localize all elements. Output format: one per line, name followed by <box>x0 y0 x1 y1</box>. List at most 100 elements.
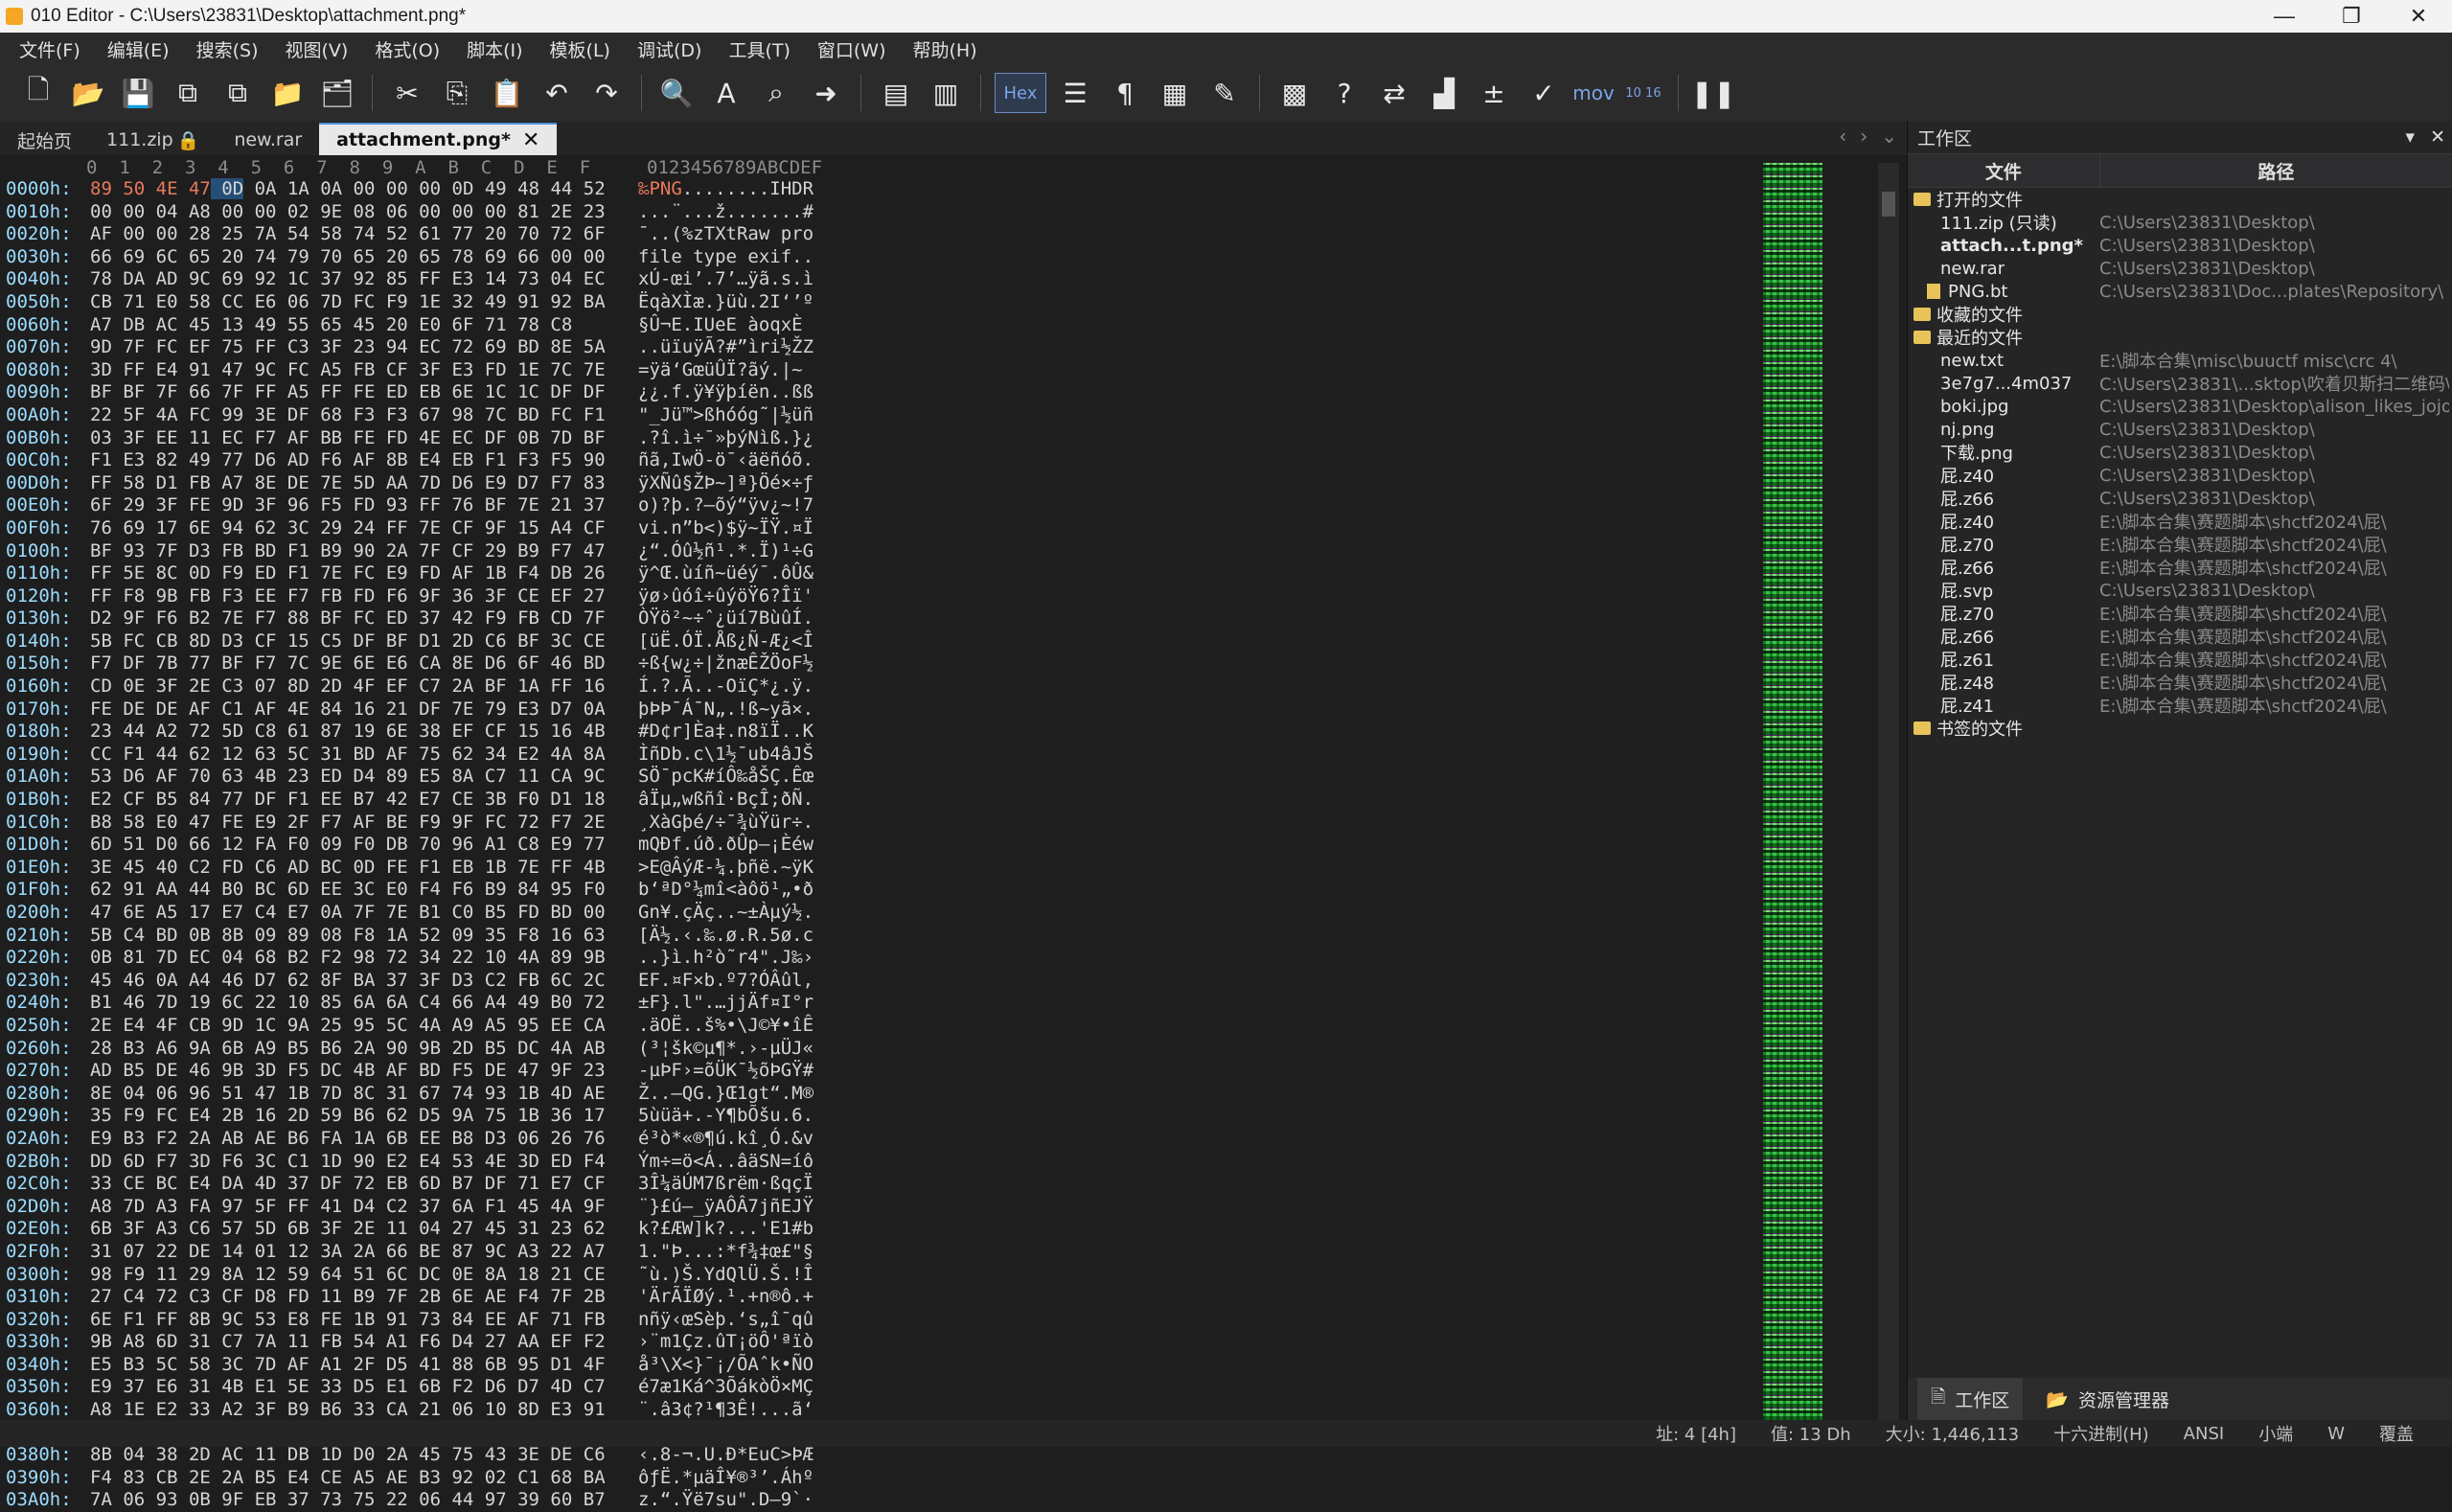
column-file[interactable]: 文件 <box>1908 154 2100 187</box>
find-in-files-icon[interactable]: ⌕ <box>755 72 797 114</box>
row-hex-bytes[interactable]: FF F8 9B FB F3 EE F7 FB FD F6 9F 36 3F C… <box>90 585 638 608</box>
menu-window[interactable]: 窗口(W) <box>804 36 900 62</box>
paste-icon[interactable]: 📋 <box>486 72 528 114</box>
hex-row[interactable]: 0380h: 8B 04 38 2D AC 11 DB 1D D0 2A 45 7… <box>0 1444 1150 1467</box>
row-ascii[interactable]: z.“.Ÿë7su".D—9`· <box>638 1489 1136 1512</box>
status-endian[interactable]: 小端 <box>2258 1421 2293 1446</box>
tree-file[interactable]: 3e7g7...4m037 C:\Users\23831\...sktop\吹着贝… <box>1908 372 2452 396</box>
hex-row[interactable]: 0050h: CB 71 E0 58 CC E6 06 7D FC F9 1E 3… <box>0 291 1150 314</box>
row-ascii[interactable]: å³\X<}¯¡/ÕAˆk•ÑO <box>638 1354 1136 1377</box>
row-ascii[interactable]: .?î.ì÷¯»þýNìß.}¿ <box>638 427 1136 450</box>
hex-row[interactable]: 0030h: 66 69 6C 65 20 74 79 70 65 20 65 7… <box>0 246 1150 269</box>
hex-row[interactable]: 0160h: CD 0E 3F 2E C3 07 8D 2D 4F EF C7 2… <box>0 676 1150 699</box>
tree-file[interactable]: 屁.z40 C:\Users\23831\Desktop\ <box>1908 464 2452 488</box>
hex-row[interactable]: 0390h: F4 83 CB 2E 2A B5 E4 CE A5 AE B3 9… <box>0 1467 1150 1490</box>
row-hex-bytes[interactable]: E2 CF B5 84 77 DF F1 EE B7 42 E7 CE 3B F… <box>90 789 638 812</box>
row-ascii[interactable]: ñã‚IwÖ-ö¯‹äëñóõ. <box>638 449 1136 472</box>
row-hex-bytes[interactable]: 6D 51 D0 66 12 FA F0 09 F0 DB 70 96 A1 C… <box>90 834 638 857</box>
column-path[interactable]: 路径 <box>2100 154 2452 187</box>
row-ascii[interactable]: [üË.ÓÏ.Åß¿Ñ-Æ¿<Î <box>638 630 1136 653</box>
row-ascii[interactable]: ÿø›ûóî÷ûýöŸ6?Îï' <box>638 585 1136 608</box>
row-ascii[interactable]: ôƒË.*µäÎ¥®³’.Áhº <box>638 1467 1136 1490</box>
checksum-icon[interactable]: ± <box>1473 72 1515 114</box>
row-ascii[interactable]: ¨.â3¢?¹¶3Ê!...ã‘ <box>638 1399 1136 1422</box>
inspector-icon[interactable]: ? <box>1323 72 1365 114</box>
tab-workspace[interactable]: 🗎 工作区 <box>1917 1378 2024 1420</box>
tree-file[interactable]: 屁.z70 E:\脚本合集\赛题脚本\shctf2024\屁\ <box>1908 602 2452 625</box>
status-encoding[interactable]: ANSI <box>2184 1424 2225 1444</box>
tree-file[interactable]: new.txt E:\脚本合集\misc\buuctf misc\crc 4\ <box>1908 349 2452 373</box>
png-signature-ascii[interactable]: ‰PNG <box>638 178 682 199</box>
tree-file[interactable]: 屁.z70 E:\脚本合集\赛题脚本\shctf2024\屁\ <box>1908 533 2452 556</box>
tree-file[interactable]: 屁.z40 E:\脚本合集\赛题脚本\shctf2024\屁\ <box>1908 510 2452 533</box>
hex-row[interactable]: 0270h: AD B5 DE 46 9B 3D F5 DC 4B AF BD F… <box>0 1060 1150 1083</box>
hex-rows[interactable]: 0000h: 89 50 4E 47 0D 0A 1A 0A 00 00 00 0… <box>0 178 1150 1512</box>
hex-row[interactable]: 02D0h: A8 7D A3 FA 97 5F FF 41 D4 C2 37 6… <box>0 1196 1150 1219</box>
compare-icon[interactable]: ⇄ <box>1373 72 1415 114</box>
hex-row[interactable]: 0090h: BF BF 7F 66 7F FF A5 FF FE ED EB 6… <box>0 381 1150 404</box>
show-whitespace-icon[interactable]: ¶ <box>1104 72 1146 114</box>
hex-row[interactable]: 02E0h: 6B 3F A3 C6 57 5D 6B 3F 2E 11 04 2… <box>0 1218 1150 1241</box>
row-ascii[interactable]: Gn¥.çÄç..~±Àµý½. <box>638 902 1136 925</box>
minimize-button[interactable]: — <box>2251 0 2318 33</box>
row-ascii[interactable]: vi.n”b<)$ÿ~ÏŸ.¤Ï <box>638 517 1136 540</box>
hex-row[interactable]: 0350h: E9 37 E6 31 4B E1 5E 33 D5 E1 6B F… <box>0 1376 1150 1399</box>
row-ascii[interactable]: ‰PNG........IHDR <box>638 178 1136 201</box>
open-file-icon[interactable]: 📂 <box>67 72 109 114</box>
hex-row[interactable]: 02A0h: E9 B3 F2 2A AB AE B6 FA 1A 6B EE B… <box>0 1128 1150 1151</box>
row-hex-bytes[interactable]: 76 69 17 6E 94 62 3C 29 24 FF 7E CF 9F 1… <box>90 517 638 540</box>
new-file-icon[interactable]: 🗋 <box>17 72 59 114</box>
row-ascii[interactable]: ÿ^Œ.ùíñ~üéý¯.ôÛ& <box>638 562 1136 585</box>
hex-row[interactable]: 00A0h: 22 5F 4A FC 99 3E DF 68 F3 F3 67 9… <box>0 404 1150 427</box>
row-hex-bytes[interactable]: 6F 29 3F FE 9D 3F 96 F5 FD 93 FF 76 BF 7… <box>90 494 638 517</box>
row-hex-bytes[interactable]: 22 5F 4A FC 99 3E DF 68 F3 F3 67 98 7C B… <box>90 404 638 427</box>
row-hex-bytes[interactable]: 3E 45 40 C2 FD C6 AD BC 0D FE F1 EB 1B 7… <box>90 857 638 880</box>
byte-minimap[interactable] <box>1763 163 1822 1420</box>
row-ascii[interactable]: §Û¬E.IUeE àoqxÈ <box>638 314 1136 337</box>
hex-row[interactable]: 0300h: 98 F9 11 29 8A 12 59 64 51 6C DC 0… <box>0 1264 1150 1287</box>
row-ascii[interactable]: mQÐf.úð.ðÛp–¡Èéw <box>638 834 1136 857</box>
ascii-tail[interactable]: ........IHDR <box>682 178 814 199</box>
close-button[interactable]: ✕ <box>2385 0 2452 33</box>
close-pane-icon[interactable]: ✕ <box>2430 126 2445 148</box>
status-mode[interactable]: 十六进制(H) <box>2053 1421 2149 1446</box>
row-ascii[interactable]: ÿXÑû§ŽÞ~]ª}Öé×÷ƒ <box>638 472 1136 495</box>
row-ascii[interactable]: .äOË..š%•\J©¥•îÊ <box>638 1015 1136 1038</box>
tree-file[interactable]: 屁.z61 E:\脚本合集\赛题脚本\shctf2024\屁\ <box>1908 648 2452 671</box>
tab-next-icon[interactable]: › <box>1860 125 1868 148</box>
pause-icon[interactable]: ❚❚ <box>1691 72 1736 114</box>
row-ascii[interactable]: ...¨...ž.......# <box>638 201 1136 224</box>
hex-row[interactable]: 0060h: A7 DB AC 45 13 49 55 65 45 20 E0 6… <box>0 314 1150 337</box>
row-hex-bytes[interactable]: B1 46 7D 19 6C 22 10 85 6A 6A C4 66 A4 4… <box>90 992 638 1015</box>
hex-row[interactable]: 0290h: 35 F9 FC E4 2B 16 2D 59 B6 62 D5 9… <box>0 1105 1150 1128</box>
run-script-icon[interactable]: ▤ <box>875 72 917 114</box>
hex-row[interactable]: 01A0h: 53 D6 AF 70 63 4B 23 ED D4 89 E5 8… <box>0 766 1150 789</box>
hex-row[interactable]: 00D0h: FF 58 D1 FB A7 8E DE 7E 5D AA 7D D… <box>0 472 1150 495</box>
row-hex-bytes[interactable]: 6B 3F A3 C6 57 5D 6B 3F 2E 11 04 27 45 3… <box>90 1218 638 1241</box>
hex-row[interactable]: 0330h: 9B A8 6D 31 C7 7A 11 FB 54 A1 F6 D… <box>0 1331 1150 1354</box>
hex-row[interactable]: 0200h: 47 6E A5 17 E7 C4 E7 0A 7F 7E B1 C… <box>0 902 1150 925</box>
tab-111-zip[interactable]: 111.zip 🔒 <box>89 125 217 155</box>
close-tab-icon[interactable]: ✕ <box>522 128 539 152</box>
row-ascii[interactable]: EF.¤F×b.º7?ÓÂûl, <box>638 970 1136 993</box>
hex-row[interactable]: 0180h: 23 44 A2 72 5D C8 61 87 19 6E 38 E… <box>0 721 1150 744</box>
row-ascii[interactable]: ..üïuÿÃ?#”ìri½ŽZ <box>638 336 1136 359</box>
row-ascii[interactable]: ¿“.Óû½ñ¹.*.Ï)¹÷G <box>638 540 1136 563</box>
tree-file[interactable]: new.rar C:\Users\23831\Desktop\ <box>1908 257 2452 280</box>
row-hex-bytes[interactable]: 66 69 6C 65 20 74 79 70 65 20 65 78 69 6… <box>90 246 638 269</box>
row-ascii[interactable]: =ÿä‘GœüÛÏ?ãý.|~ <box>638 359 1136 382</box>
hex-row[interactable]: 0310h: 27 C4 72 C3 CF D8 FD 11 B9 7F 2B 6… <box>0 1286 1150 1309</box>
hex-row[interactable]: 01E0h: 3E 45 40 C2 FD C6 AD BC 0D FE F1 E… <box>0 857 1150 880</box>
menu-debug[interactable]: 调试(D) <box>624 36 715 62</box>
row-ascii[interactable]: Í.?.Ã..-OïÇ*¿.ÿ. <box>638 676 1136 699</box>
workspace-icon[interactable]: 🗂 <box>316 72 358 114</box>
row-hex-bytes[interactable]: 2E E4 4F CB 9D 1C 9A 25 95 5C 4A A9 A5 9… <box>90 1015 638 1038</box>
row-hex-bytes[interactable]: F4 83 CB 2E 2A B5 E4 CE A5 AE B3 92 02 C… <box>90 1467 638 1490</box>
tree-file[interactable]: 下载.png C:\Users\23831\Desktop\ <box>1908 441 2452 465</box>
hex-row[interactable]: 0250h: 2E E4 4F CB 9D 1C 9A 25 95 5C 4A A… <box>0 1015 1150 1038</box>
row-ascii[interactable]: #D¢r]Èa‡.n8ïÏ..K <box>638 721 1136 744</box>
row-ascii[interactable]: k?£ÆW]k?...'E1#b <box>638 1218 1136 1241</box>
hex-row[interactable]: 0140h: 5B FC CB 8D D3 CF 15 C5 DF BF D1 2… <box>0 630 1150 653</box>
row-hex-bytes[interactable]: FE DE DE AF C1 AF 4E 84 16 21 DF 7E 79 E… <box>90 699 638 722</box>
tab-prev-icon[interactable]: ‹ <box>1839 125 1846 148</box>
